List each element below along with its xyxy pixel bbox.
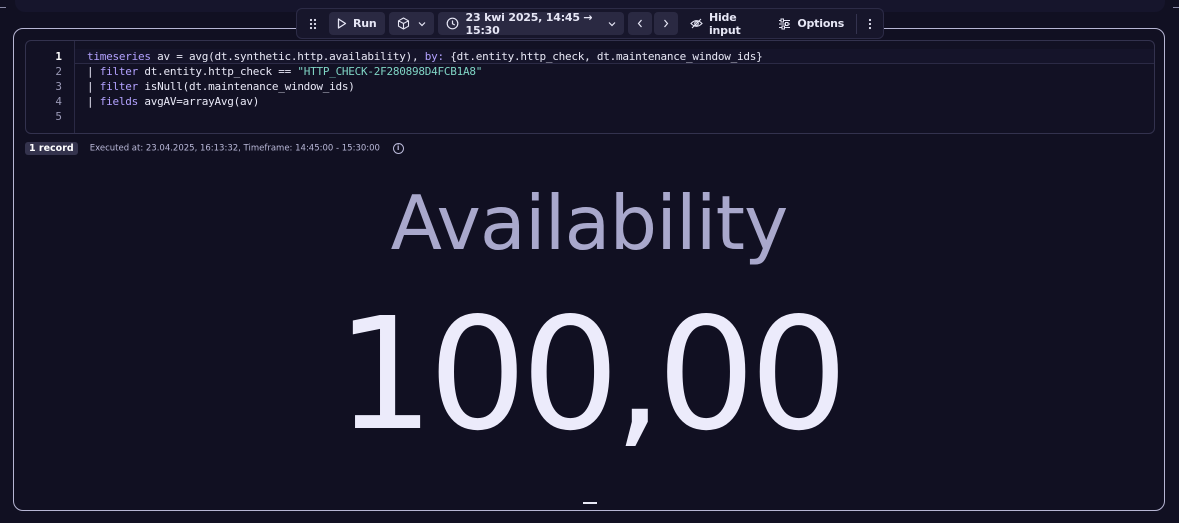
section-toolbar: Run 23 kwi 2025, 14:45 → 15:30 Hide inpu… [296,8,884,39]
chevron-down-icon [608,21,616,27]
edge-tick-left [0,7,6,8]
code-token: av = avg(dt.synthetic.http.availability)… [150,50,425,63]
timeframe-previous-button[interactable] [627,12,652,35]
record-count-badge: 1 record [25,141,78,155]
run-button[interactable]: Run [329,12,385,35]
line-number: 1 [55,50,62,63]
code-keyword: filter [99,80,139,93]
dql-editor[interactable]: 1 2 3 4 5 timeseries av = avg(dt.synthet… [25,40,1155,134]
more-vertical-icon [868,18,872,30]
code-token: avgAV=arrayAvg(av) [138,95,260,108]
code-token: | [87,95,100,108]
chevron-left-icon [637,19,643,28]
query-section-panel: 1 2 3 4 5 timeseries av = avg(dt.synthet… [13,28,1165,511]
code-line[interactable]: timeseries av = avg(dt.synthetic.http.av… [87,50,763,63]
code-line[interactable]: | fields avgAV=arrayAvg(av) [87,95,259,108]
run-label: Run [353,17,377,30]
edge-tick-right [1173,7,1179,8]
eye-off-icon [690,18,703,29]
line-number: 4 [55,95,62,108]
code-keyword: timeseries [87,50,151,63]
result-meta-row: 1 record Executed at: 23.04.2025, 16:13:… [25,141,404,155]
code-keyword: fields [99,95,139,108]
execution-info: Executed at: 23.04.2025, 16:13:32, Timef… [89,142,404,154]
info-icon[interactable]: i [392,142,404,154]
section-resize-handle[interactable] [583,502,597,504]
line-number: 5 [55,110,62,123]
timeframe-next-button[interactable] [653,12,678,35]
chevron-down-icon [418,21,426,27]
timeframe-selector[interactable]: 23 kwi 2025, 14:45 → 15:30 [437,10,624,37]
cube-icon [397,17,410,30]
code-keyword: filter [99,65,139,78]
hide-input-button[interactable]: Hide input [682,10,766,37]
drag-dots-icon [308,18,318,30]
more-actions-button[interactable] [861,12,879,35]
line-number-gutter: 1 2 3 4 5 [26,41,75,133]
chevron-right-icon [663,19,669,28]
code-token: isNull(dt.maintenance_window_ids) [138,80,355,93]
hide-input-label: Hide input [708,10,741,37]
clock-icon [446,17,459,30]
line-number: 2 [55,65,62,78]
options-label: Options [797,17,845,30]
toolbar-divider [856,13,857,34]
code-string: "HTTP_CHECK-2F280898D4FCB1A8" [297,65,483,78]
code-keyword: by: [424,50,444,63]
execution-info-text: Executed at: 23.04.2025, 16:13:32, Timef… [89,143,380,153]
code-line[interactable]: | filter isNull(dt.maintenance_window_id… [87,80,355,93]
drag-handle[interactable] [301,12,325,35]
timeframe-label: 23 kwi 2025, 14:45 → 15:30 [465,10,593,37]
code-token: | [87,65,100,78]
code-token: | [87,80,100,93]
single-value-title: Availability [390,179,789,267]
data-source-selector[interactable] [388,12,434,35]
code-token: {dt.entity.http_check, dt.maintenance_wi… [443,50,763,63]
options-button[interactable]: Options [770,12,852,35]
code-line[interactable]: | filter dt.entity.http_check == "HTTP_C… [87,65,482,78]
code-token: dt.entity.http_check == [138,65,298,78]
sliders-icon [778,18,791,30]
play-icon [337,18,347,29]
single-value-number: 100,00 [335,284,848,465]
line-number: 3 [55,80,62,93]
